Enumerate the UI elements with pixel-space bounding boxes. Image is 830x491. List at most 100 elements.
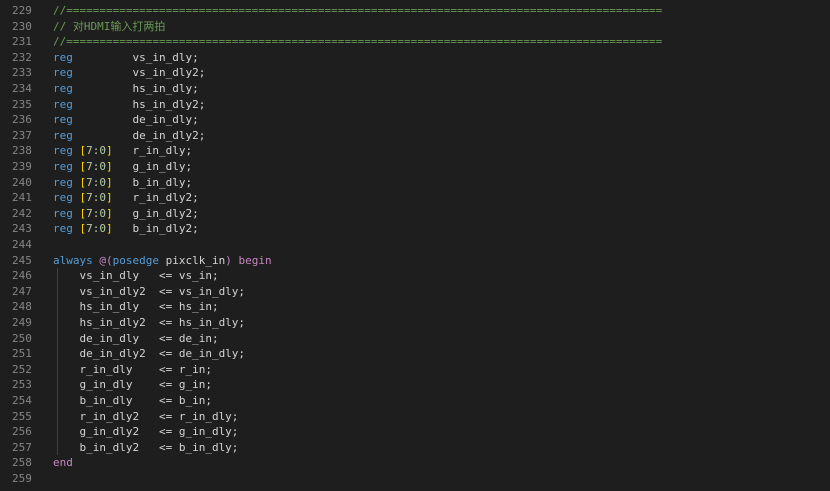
code-text: vs_in_dly <= vs_in;: [53, 268, 219, 284]
line-number: 238: [12, 144, 32, 158]
code-line[interactable]: 255 r_in_dly2 <= r_in_dly;: [0, 409, 830, 425]
code-line[interactable]: 237 reg de_in_dly2;: [0, 128, 830, 144]
code-line[interactable]: 239 reg [7:0] g_in_dly;: [0, 159, 830, 175]
code-text: reg hs_in_dly;: [53, 81, 199, 97]
code-line[interactable]: 258 end: [0, 455, 830, 471]
code-line[interactable]: 232 reg vs_in_dly;: [0, 50, 830, 66]
code-line[interactable]: 238 reg [7:0] r_in_dly;: [0, 143, 830, 159]
code-token: //======================================…: [53, 4, 663, 17]
code-text: r_in_dly <= r_in;: [53, 362, 211, 378]
code-text: reg de_in_dly;: [53, 112, 199, 128]
code-token: b_in_dly <= b_in;: [53, 394, 212, 407]
code-text: reg [7:0] g_in_dly;: [53, 159, 192, 175]
line-number: 254: [12, 394, 32, 407]
line-number: 256: [12, 425, 32, 439]
code-text: end: [53, 455, 73, 471]
code-line[interactable]: 235 reg hs_in_dly2;: [0, 97, 830, 113]
code-line[interactable]: 229 //===================================…: [0, 3, 830, 19]
code-token: //======================================…: [53, 35, 663, 49]
code-line[interactable]: 248 hs_in_dly <= hs_in;: [0, 299, 830, 315]
code-token: ]: [106, 206, 113, 220]
code-text: vs_in_dly2 <= vs_in_dly;: [53, 284, 245, 300]
code-line[interactable]: 254 b_in_dly <= b_in;: [0, 393, 830, 409]
line-number: 255: [12, 409, 32, 423]
line-number: 229: [12, 4, 32, 17]
code-line[interactable]: 242 reg [7:0] g_in_dly2;: [0, 206, 830, 222]
line-number: 231: [12, 35, 32, 49]
line-number: 247: [12, 284, 32, 298]
code-line[interactable]: 243 reg [7:0] b_in_dly2;: [0, 221, 830, 237]
code-token: ]: [106, 191, 113, 205]
code-token: r_in_dly;: [112, 144, 193, 158]
line-number: 246: [12, 269, 32, 283]
code-line[interactable]: 234 reg hs_in_dly;: [0, 81, 830, 97]
line-number: 252: [12, 362, 32, 376]
line-number: 251: [12, 347, 32, 361]
code-text: de_in_dly <= de_in;: [53, 331, 219, 347]
code-text: hs_in_dly2 <= hs_in_dly;: [53, 315, 245, 331]
code-text: b_in_dly2 <= b_in_dly;: [53, 440, 238, 456]
code-token: reg: [53, 191, 73, 205]
code-line[interactable]: 244: [0, 237, 830, 253]
line-number: 259: [12, 472, 32, 485]
code-line[interactable]: 257 b_in_dly2 <= b_in_dly;: [0, 440, 830, 456]
line-number: 233: [12, 66, 32, 80]
code-line[interactable]: 259: [0, 471, 830, 487]
line-number: 253: [12, 378, 32, 392]
code-token: g_in_dly;: [112, 160, 193, 173]
code-line[interactable]: 233 reg vs_in_dly2;: [0, 65, 830, 81]
code-line[interactable]: 252 r_in_dly <= r_in;: [0, 362, 830, 378]
code-text: reg de_in_dly2;: [53, 128, 205, 144]
code-line[interactable]: 256 g_in_dly2 <= g_in_dly;: [0, 424, 830, 440]
line-number: 236: [12, 113, 32, 127]
code-token: 7:0: [86, 222, 106, 236]
code-token: posedge: [112, 253, 159, 267]
line-number: 239: [12, 160, 32, 173]
code-text: hs_in_dly <= hs_in;: [53, 299, 218, 315]
code-token: reg: [53, 175, 73, 189]
code-line[interactable]: 246 vs_in_dly <= vs_in;: [0, 268, 830, 284]
code-line[interactable]: 230 // 对HDMI输入打两拍: [0, 19, 830, 35]
line-number: 234: [12, 82, 32, 95]
code-line[interactable]: 245 always @(posedge pixclk_in) begin: [0, 253, 830, 269]
code-token: de_in_dly2 <= de_in_dly;: [53, 347, 246, 361]
code-text: r_in_dly2 <= r_in_dly;: [53, 409, 238, 425]
line-number: 249: [12, 316, 32, 329]
code-token: 7:0: [86, 160, 106, 173]
code-token: reg: [53, 222, 73, 236]
code-editor[interactable]: 229 //===================================…: [0, 0, 830, 491]
code-token: de_in_dly <= de_in;: [53, 331, 219, 345]
code-line[interactable]: 241 reg [7:0] r_in_dly2;: [0, 190, 830, 206]
code-token: reg: [53, 82, 73, 95]
code-token: r_in_dly2 <= r_in_dly;: [53, 409, 239, 423]
code-line[interactable]: 231 //===================================…: [0, 34, 830, 50]
line-number: 237: [12, 128, 32, 142]
code-token: hs_in_dly2;: [72, 97, 206, 111]
code-token: hs_in_dly;: [72, 82, 199, 95]
code-line[interactable]: 250 de_in_dly <= de_in;: [0, 331, 830, 347]
code-text: reg [7:0] g_in_dly2;: [53, 206, 199, 222]
code-line[interactable]: 251 de_in_dly2 <= de_in_dly;: [0, 346, 830, 362]
line-number: 258: [12, 456, 32, 470]
code-line[interactable]: 249 hs_in_dly2 <= hs_in_dly;: [0, 315, 830, 331]
code-token: vs_in_dly <= vs_in;: [53, 269, 219, 283]
code-token: r_in_dly2;: [112, 191, 199, 205]
code-token: reg: [53, 144, 73, 158]
code-token: end: [53, 456, 73, 470]
code-token: ]: [106, 175, 113, 189]
code-line[interactable]: 247 vs_in_dly2 <= vs_in_dly;: [0, 284, 830, 300]
code-line[interactable]: 240 reg [7:0] b_in_dly;: [0, 175, 830, 191]
code-line[interactable]: 236 reg de_in_dly;: [0, 112, 830, 128]
code-text: reg vs_in_dly2;: [53, 65, 205, 81]
code-token: b_in_dly2;: [112, 222, 199, 236]
code-text: reg [7:0] b_in_dly2;: [53, 221, 199, 237]
code-token: g_in_dly <= g_in;: [53, 378, 212, 392]
code-token: reg: [53, 160, 73, 173]
code-line[interactable]: 253 g_in_dly <= g_in;: [0, 377, 830, 393]
code-text: always @(posedge pixclk_in) begin: [53, 253, 272, 269]
code-token: @(: [99, 253, 113, 267]
code-token: g_in_dly2;: [112, 206, 199, 220]
